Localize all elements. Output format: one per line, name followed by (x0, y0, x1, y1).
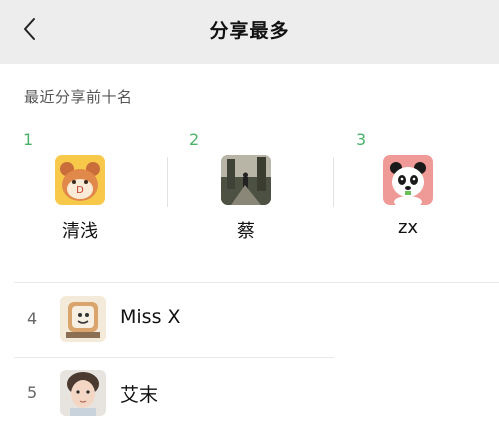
divider (14, 282, 499, 283)
child-portrait-avatar (60, 370, 106, 416)
rank-number-4: 4 (27, 309, 38, 328)
top-user-1[interactable]: D 清浅 (0, 155, 160, 243)
rank-number-3: 3 (356, 130, 367, 149)
top-user-3-name: zx (397, 217, 419, 238)
top-user-3[interactable]: zx (328, 155, 488, 238)
cartoon-bear-avatar: D (55, 155, 105, 205)
section-title: 最近分享前十名 (24, 88, 133, 106)
sketch-pet-avatar (60, 296, 106, 342)
navigation-bar: 分享最多 (0, 0, 499, 64)
list-item[interactable]: 4 Miss X (0, 284, 499, 358)
rank-number-1: 1 (23, 130, 34, 149)
top-user-1-name: 清浅 (62, 221, 98, 242)
rank-number-2: 2 (189, 130, 200, 149)
svg-text:D: D (76, 185, 84, 196)
top-user-2-name: 蔡 (237, 221, 255, 242)
list-item-name: 艾末 (120, 384, 159, 406)
page-title: 分享最多 (209, 20, 290, 42)
rank-number-5: 5 (27, 383, 38, 402)
list-item-name: Miss X (120, 306, 181, 328)
list-item[interactable]: 5 艾末 (0, 358, 499, 429)
panda-avatar (383, 155, 433, 205)
top-user-2[interactable]: 蔡 (166, 155, 326, 243)
street-photo-avatar (221, 155, 271, 205)
